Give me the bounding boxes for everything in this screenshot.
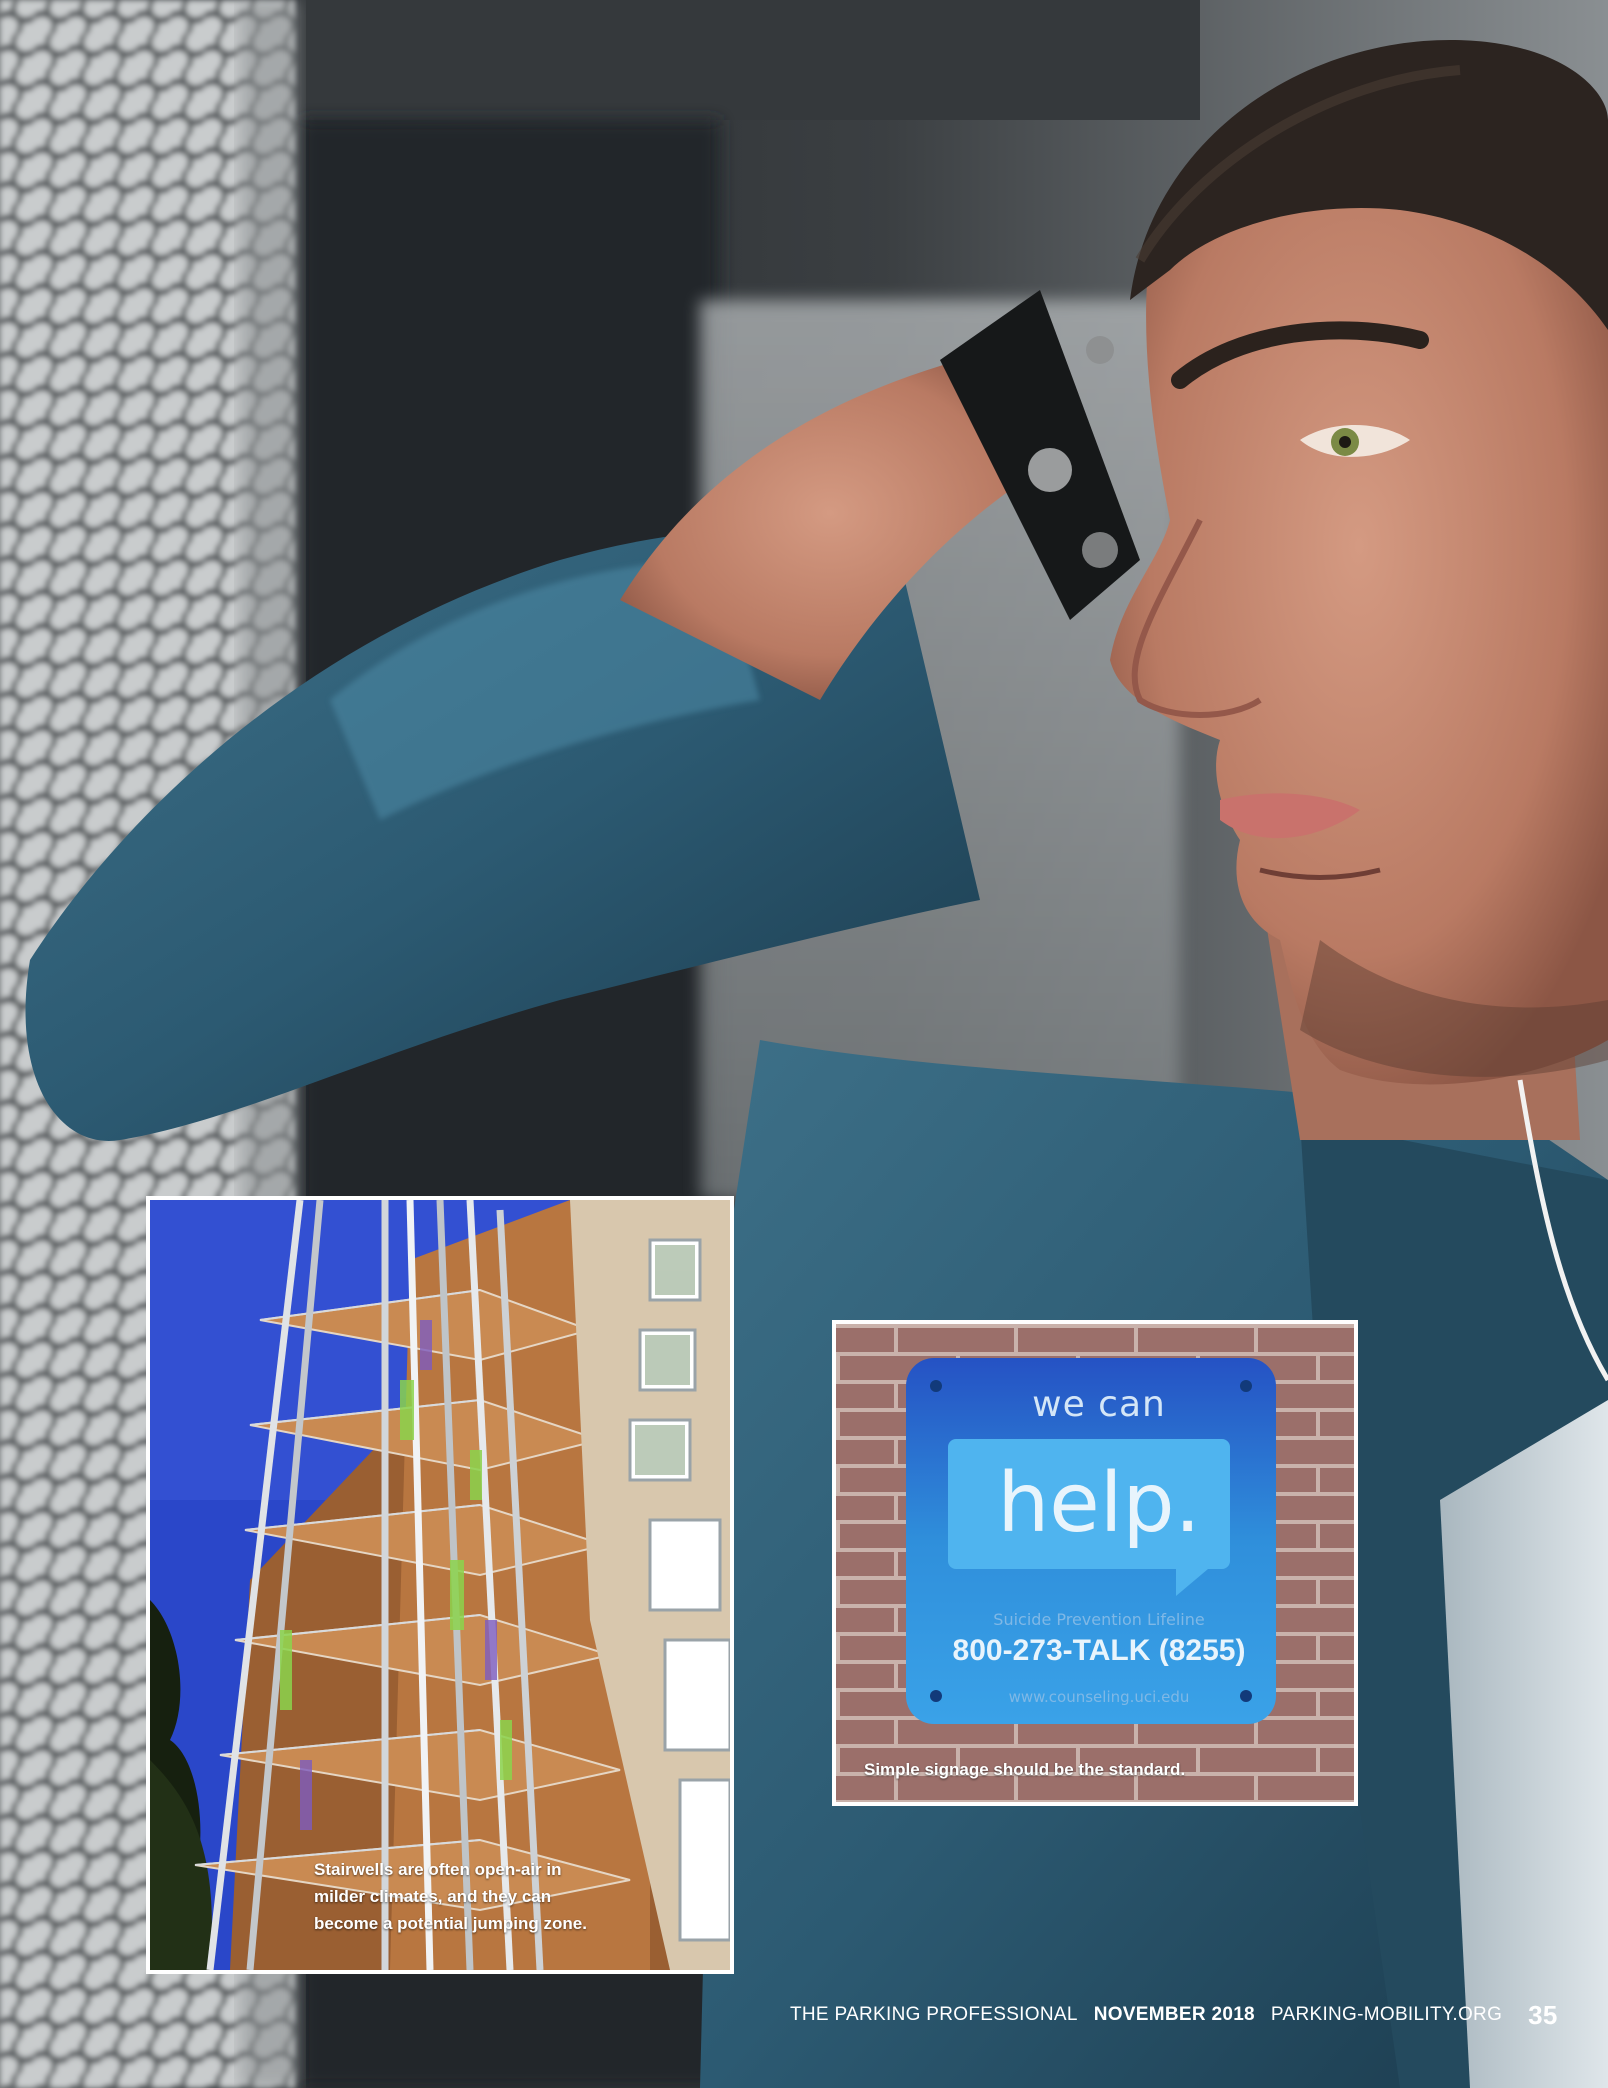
footer-publication: THE PARKING PROFESSIONAL <box>790 2004 1078 2025</box>
footer-website: PARKING-MOBILITY.ORG <box>1270 2004 1503 2025</box>
sign-url-text: www.counseling.uci.edu <box>1008 1688 1190 1706</box>
stairwell-image <box>150 1200 730 1970</box>
signage-caption: Simple signage should be the standard. <box>864 1760 1186 1779</box>
sign-lifeline-text: Suicide Prevention Lifeline <box>993 1610 1205 1629</box>
signage-photo: we can help. Suicide Prevention Lifeline… <box>832 1320 1358 1806</box>
sign-we-can-text: we can <box>1032 1384 1166 1425</box>
stairwell-caption: Stairwells are often open-air in milder … <box>314 1860 587 1933</box>
page-number: 35 <box>1528 1999 1558 2030</box>
sign-help-text: help. <box>997 1456 1201 1551</box>
sign-phone-number: 800-273-TALK (8255) <box>952 1634 1246 1667</box>
footer-issue: NOVEMBER 2018 <box>1093 2004 1255 2025</box>
magazine-page: Stairwells are often open-air in milder … <box>0 0 1608 2088</box>
stairwell-photo: Stairwells are often open-air in milder … <box>146 1196 734 1974</box>
page-footer: THE PARKING PROFESSIONAL NOVEMBER 2018 P… <box>790 1998 1557 2032</box>
